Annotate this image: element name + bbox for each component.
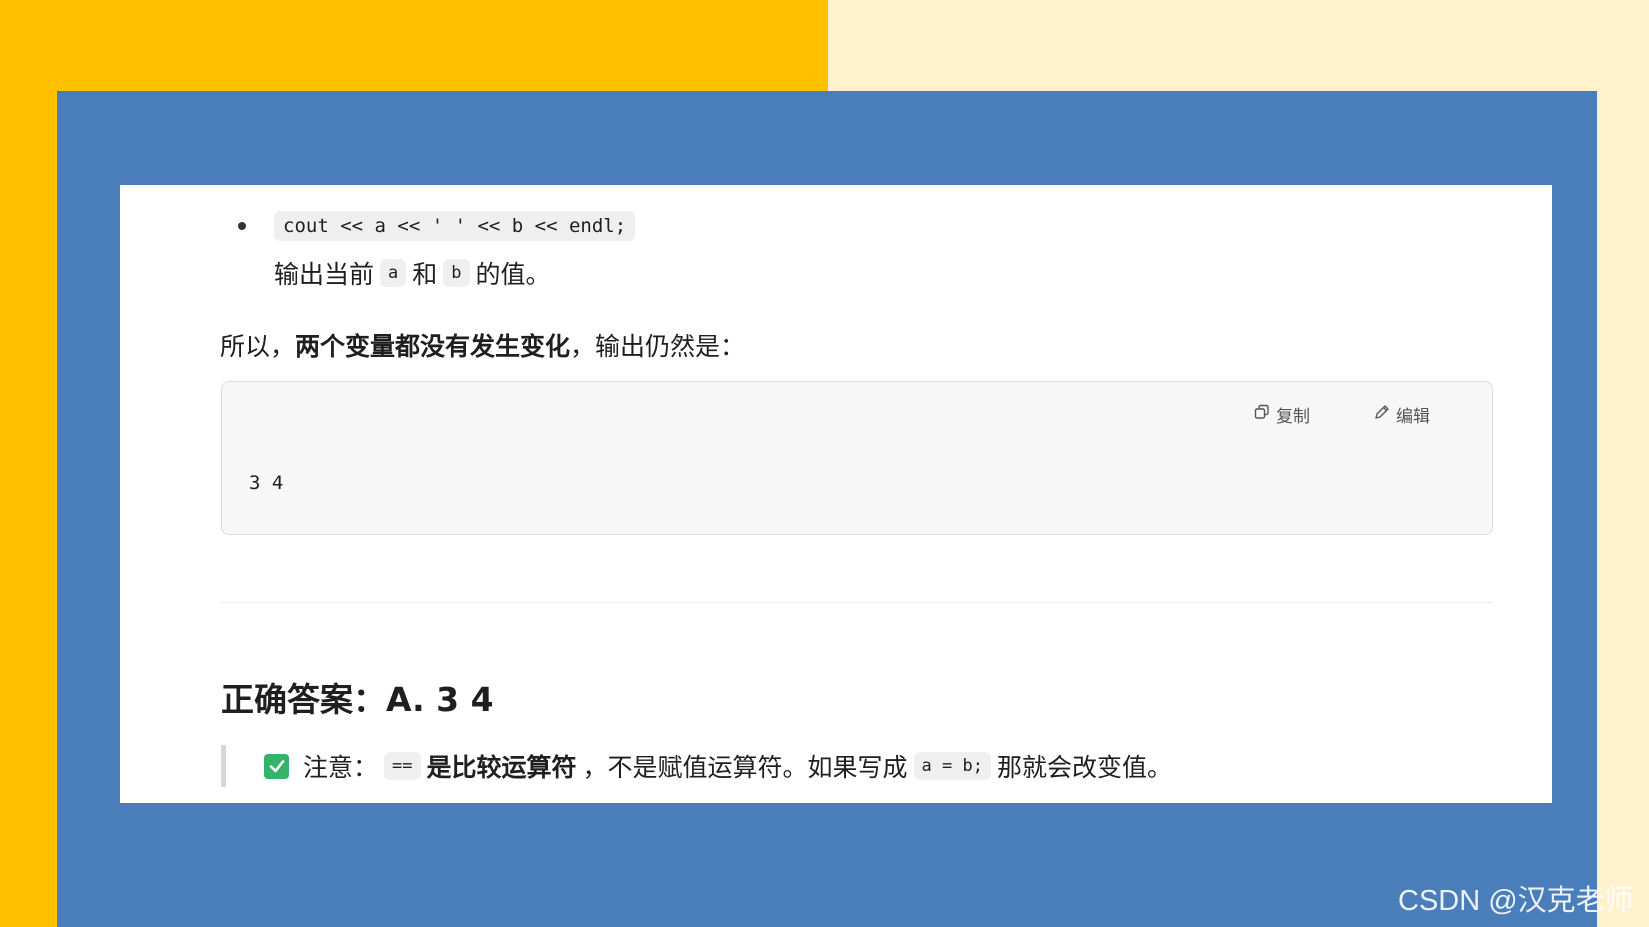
copy-label: 复制 bbox=[1276, 407, 1310, 427]
desc-prefix: 输出当前 bbox=[274, 260, 375, 289]
content-card: cout << a << ' ' << b << endl; 输出当前 a 和 … bbox=[120, 185, 1552, 803]
conclusion-paragraph: 所以，两个变量都没有发生变化，输出仍然是： bbox=[220, 327, 745, 363]
inline-code-b: b bbox=[443, 259, 470, 287]
note-text: 注意： == 是比较运算符 ，不是赋值运算符。如果写成 a = b; 那就会改变值… bbox=[303, 748, 1172, 784]
watermark: CSDN @汉克老师 bbox=[1398, 885, 1634, 917]
inline-code-assign: a = b; bbox=[913, 752, 991, 780]
pencil-icon bbox=[1374, 404, 1390, 425]
divider bbox=[221, 602, 1493, 603]
copy-icon bbox=[1254, 404, 1270, 425]
desc-mid: 和 bbox=[412, 260, 438, 289]
note-label: 注意： bbox=[303, 753, 379, 782]
para-suffix: ，输出仍然是： bbox=[570, 332, 746, 361]
note-text2: 那就会改变值。 bbox=[996, 753, 1172, 782]
desc-suffix: 的值。 bbox=[475, 260, 551, 289]
bullet-dot bbox=[238, 222, 246, 230]
inline-code-cout: cout << a << ' ' << b << endl; bbox=[274, 211, 636, 241]
edit-label: 编辑 bbox=[1396, 407, 1430, 427]
inline-code-eq: == bbox=[384, 752, 421, 780]
blockquote-bar bbox=[221, 745, 226, 787]
bullet-description: 输出当前 a 和 b 的值。 bbox=[274, 255, 551, 291]
para-bold: 两个变量都没有发生变化 bbox=[295, 332, 571, 361]
code-block-content: 3 4 bbox=[249, 472, 284, 494]
note-blockquote: 注意： == 是比较运算符 ，不是赋值运算符。如果写成 a = b; 那就会改变值… bbox=[221, 745, 1172, 787]
check-mark-icon bbox=[264, 753, 289, 779]
para-prefix: 所以， bbox=[220, 332, 296, 361]
edit-button[interactable]: 编辑 bbox=[1374, 402, 1430, 427]
inline-code-a: a bbox=[380, 259, 407, 287]
bullet-item: cout << a << ' ' << b << endl; bbox=[238, 211, 636, 241]
answer-heading: 正确答案：A. 3 4 bbox=[221, 680, 494, 719]
note-bold: 是比较运算符 bbox=[426, 753, 577, 782]
note-text1: ，不是赋值运算符。如果写成 bbox=[582, 753, 908, 782]
copy-button[interactable]: 复制 bbox=[1254, 402, 1310, 427]
code-block: 复制 编辑 3 4 bbox=[221, 381, 1493, 535]
